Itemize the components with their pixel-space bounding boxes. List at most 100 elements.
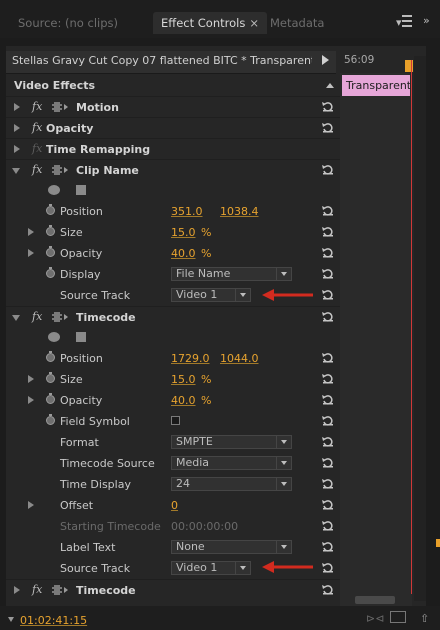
expand-chevron-icon[interactable]	[28, 375, 34, 383]
reset-icon[interactable]	[322, 540, 334, 552]
property-row-time-display[interactable]: Time Display 24	[6, 474, 340, 495]
stopwatch-icon[interactable]	[46, 246, 55, 257]
reset-icon[interactable]	[322, 372, 334, 384]
reset-icon[interactable]	[322, 477, 334, 489]
tab-effect-controls[interactable]: Effect Controls ×	[153, 12, 267, 34]
effect-row-motion[interactable]: fx Motion	[6, 96, 340, 118]
property-row-display[interactable]: Display File Name	[6, 264, 340, 285]
zoom-scroll-thumb[interactable]	[355, 596, 395, 604]
expand-chevron-icon[interactable]	[14, 103, 20, 111]
rectangle-mask-icon[interactable]	[76, 332, 86, 342]
property-row-offset[interactable]: Offset 0	[6, 495, 340, 516]
effect-row-opacity[interactable]: fx Opacity	[6, 117, 340, 139]
playhead[interactable]	[411, 60, 412, 599]
property-row-source-track[interactable]: Source Track Video 1	[6, 558, 340, 579]
property-row-field-symbol[interactable]: Field Symbol	[6, 411, 340, 432]
reset-icon[interactable]	[322, 310, 334, 322]
reset-icon[interactable]	[322, 583, 334, 595]
stopwatch-icon[interactable]	[46, 267, 55, 278]
expand-chevron-icon[interactable]	[28, 228, 34, 236]
position-x-value[interactable]: 351.0	[171, 205, 203, 218]
opacity-value[interactable]: 40.0	[171, 247, 196, 260]
format-dropdown[interactable]: SMPTE	[171, 435, 292, 449]
field-symbol-checkbox[interactable]	[171, 416, 180, 425]
effect-row-clip-name[interactable]: fx Clip Name	[6, 159, 340, 181]
size-value[interactable]: 15.0	[171, 373, 196, 386]
property-row-label-text[interactable]: Label Text None	[6, 537, 340, 558]
label-text-dropdown[interactable]: None	[171, 540, 292, 554]
property-row-opacity[interactable]: Opacity 40.0 %	[6, 390, 340, 411]
reset-icon[interactable]	[322, 435, 334, 447]
tab-source[interactable]: Source: (no clips)	[10, 12, 126, 34]
expand-chevron-icon[interactable]	[14, 124, 20, 132]
display-dropdown[interactable]: File Name	[171, 267, 292, 281]
property-row-size[interactable]: Size 15.0 %	[6, 369, 340, 390]
stopwatch-icon[interactable]	[46, 225, 55, 236]
fx-toggle-icon[interactable]: fx	[32, 121, 42, 134]
property-row-opacity[interactable]: Opacity 40.0 %	[6, 243, 340, 264]
vertical-scrollbar[interactable]	[414, 56, 426, 601]
ellipse-mask-icon[interactable]	[48, 332, 60, 342]
property-row-format[interactable]: Format SMPTE	[6, 432, 340, 453]
show-timeline-toggle-icon[interactable]	[322, 55, 329, 65]
position-y-value[interactable]: 1044.0	[220, 352, 259, 365]
expand-chevron-icon[interactable]	[28, 501, 34, 509]
source-track-dropdown[interactable]: Video 1	[171, 561, 251, 575]
reset-icon[interactable]	[322, 519, 334, 531]
panel-menu-icon[interactable]: ▾	[396, 14, 416, 30]
reset-icon[interactable]	[322, 414, 334, 426]
fx-toggle-icon[interactable]: fx	[32, 100, 42, 113]
property-row-size[interactable]: Size 15.0 %	[6, 222, 340, 243]
rectangle-mask-icon[interactable]	[76, 185, 86, 195]
expand-chevron-icon[interactable]	[28, 396, 34, 404]
share-icon[interactable]: ⇧	[420, 612, 429, 625]
tab-metadata[interactable]: Metadata	[262, 12, 332, 34]
stopwatch-icon[interactable]	[46, 372, 55, 383]
offset-value[interactable]: 0	[171, 499, 178, 512]
expand-chevron-icon[interactable]	[14, 145, 20, 153]
property-row-position[interactable]: Position 1729.0 1044.0	[6, 348, 340, 369]
reset-icon[interactable]	[322, 351, 334, 363]
loop-icon[interactable]: ⊳⊲	[366, 612, 384, 625]
more-tabs-icon[interactable]: »	[423, 14, 430, 27]
expand-chevron-icon[interactable]	[14, 586, 20, 594]
size-value[interactable]: 15.0	[171, 226, 196, 239]
ellipse-mask-icon[interactable]	[48, 185, 60, 195]
fx-toggle-icon[interactable]: fx	[32, 583, 42, 596]
reset-icon[interactable]	[322, 121, 334, 133]
reset-icon[interactable]	[322, 561, 334, 573]
reset-icon[interactable]	[322, 225, 334, 237]
effect-timeline[interactable]	[340, 51, 412, 599]
effect-row-timecode[interactable]: fx Timecode	[6, 306, 340, 328]
reset-icon[interactable]	[322, 267, 334, 279]
export-icon[interactable]	[390, 611, 406, 623]
close-icon[interactable]: ×	[249, 16, 259, 30]
stopwatch-icon[interactable]	[46, 393, 55, 404]
property-row-source-track[interactable]: Source Track Video 1	[6, 285, 340, 306]
current-time-display[interactable]: 01:02:41:15	[20, 614, 87, 627]
reset-icon[interactable]	[322, 163, 334, 175]
reset-icon[interactable]	[322, 288, 334, 300]
position-y-value[interactable]: 1038.4	[220, 205, 259, 218]
expand-chevron-icon[interactable]	[28, 249, 34, 257]
time-display-dropdown[interactable]: 24	[171, 477, 292, 491]
fx-toggle-icon[interactable]: fx	[32, 310, 42, 323]
property-row-timecode-source[interactable]: Timecode Source Media	[6, 453, 340, 474]
collapse-chevron-icon[interactable]	[12, 168, 20, 174]
stopwatch-icon[interactable]	[46, 351, 55, 362]
timecode-source-dropdown[interactable]: Media	[171, 456, 292, 470]
position-x-value[interactable]: 1729.0	[171, 352, 210, 365]
collapse-chevron-icon[interactable]	[12, 315, 20, 321]
effect-row-time-remapping[interactable]: fx Time Remapping	[6, 138, 340, 160]
reset-icon[interactable]	[322, 246, 334, 258]
source-track-dropdown[interactable]: Video 1	[171, 288, 251, 302]
effect-row-timecode-2[interactable]: fx Timecode	[6, 579, 340, 601]
property-row-position[interactable]: Position 351.0 1038.4	[6, 201, 340, 222]
fx-toggle-icon[interactable]: fx	[32, 163, 42, 176]
reset-icon[interactable]	[322, 393, 334, 405]
opacity-value[interactable]: 40.0	[171, 394, 196, 407]
stopwatch-icon[interactable]	[46, 204, 55, 215]
reset-icon[interactable]	[322, 456, 334, 468]
reset-icon[interactable]	[322, 100, 334, 112]
reset-icon[interactable]	[322, 204, 334, 216]
